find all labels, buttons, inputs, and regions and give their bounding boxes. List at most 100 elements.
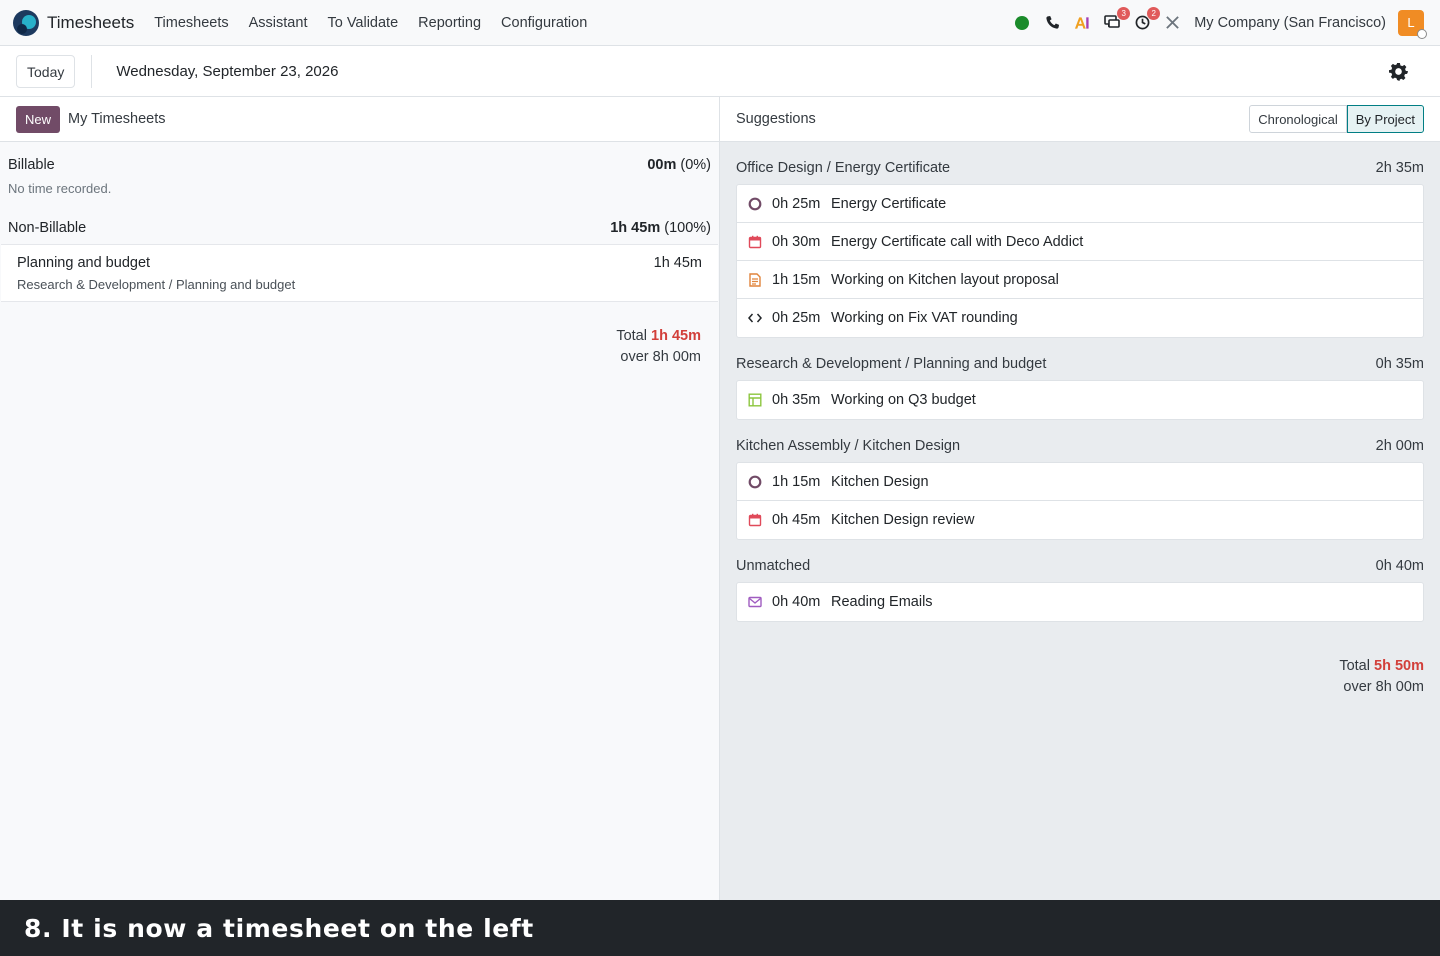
total-label: Total — [1339, 658, 1370, 674]
systray: 3 2 My Company (San Francisco) L — [1000, 6, 1440, 39]
entry-project: Research & Development / Planning and bu… — [17, 277, 296, 292]
view-toggle: Chronological By Project — [1249, 105, 1424, 133]
suggestion-row[interactable]: 1h 15m Kitchen Design — [737, 463, 1423, 501]
total-label: Total — [616, 328, 647, 344]
status-online-icon[interactable] — [1014, 15, 1030, 31]
suggestion-duration: 0h 25m — [772, 310, 821, 326]
suggestions-header: Suggestions Chronological By Project — [720, 97, 1440, 142]
suggestion-group-list: 0h 25m Energy Certificate 0h 30m Energy … — [736, 184, 1424, 338]
group-name: Unmatched — [736, 558, 811, 574]
document-icon — [747, 272, 763, 288]
total-over: over 8h 00m — [1343, 679, 1424, 695]
suggestion-duration: 0h 45m — [772, 512, 821, 528]
task-circle-icon — [747, 196, 763, 212]
suggestion-duration: 0h 35m — [772, 392, 821, 408]
by-project-button[interactable]: By Project — [1346, 105, 1424, 133]
divider — [91, 55, 93, 88]
suggestion-row[interactable]: 0h 40m Reading Emails — [737, 583, 1423, 621]
suggestion-name: Kitchen Design review — [831, 512, 975, 528]
app-name: Timesheets — [47, 12, 135, 32]
right-totals: Total 5h 50m over 8h 00m — [720, 656, 1440, 698]
suggestion-row[interactable]: 0h 25m Working on Fix VAT rounding — [737, 299, 1423, 337]
suggestion-duration: 1h 15m — [772, 473, 821, 490]
user-avatar[interactable]: L — [1398, 9, 1427, 39]
suggestion-row[interactable]: 0h 30m Energy Certificate call with Deco… — [737, 223, 1423, 261]
gear-icon[interactable] — [1388, 62, 1408, 82]
timesheet-entry[interactable]: Planning and budget Research & Developme… — [1, 244, 718, 302]
spreadsheet-icon — [747, 392, 763, 408]
suggestions-title: Suggestions — [736, 111, 816, 127]
suggestion-name: Kitchen Design — [831, 473, 929, 490]
menu-item-configuration[interactable]: Configuration — [501, 15, 587, 31]
suggestion-row[interactable]: 0h 45m Kitchen Design review — [737, 501, 1423, 539]
activities-badge: 2 — [1147, 6, 1161, 20]
company-switcher[interactable]: My Company (San Francisco) — [1194, 15, 1386, 31]
suggestion-group-list: 0h 35m Working on Q3 budget — [736, 380, 1424, 420]
total-value: 5h 50m — [1374, 658, 1424, 674]
suggestion-row[interactable]: 0h 25m Energy Certificate — [737, 185, 1423, 223]
suggestion-name: Working on Q3 budget — [831, 392, 976, 408]
calendar-icon — [747, 234, 763, 250]
suggestion-duration: 0h 25m — [772, 195, 821, 212]
suggestion-duration: 0h 30m — [772, 233, 821, 250]
app-logo-icon — [13, 9, 39, 36]
group-name: Kitchen Assembly / Kitchen Design — [736, 438, 961, 454]
phone-icon[interactable] — [1044, 15, 1060, 31]
code-icon — [747, 310, 763, 326]
group-total: 0h 40m — [1375, 558, 1424, 574]
panel-title: My Timesheets — [68, 111, 166, 127]
suggestion-group-list: 0h 40m Reading Emails — [736, 582, 1424, 622]
suggestion-name: Working on Kitchen layout proposal — [831, 271, 1059, 288]
menu-item-to-validate[interactable]: To Validate — [327, 15, 398, 31]
new-button[interactable]: New — [16, 105, 61, 133]
messages-badge: 3 — [1117, 6, 1131, 20]
entry-title: Planning and budget — [17, 255, 151, 271]
suggestion-name: Working on Fix VAT rounding — [831, 310, 1018, 326]
billable-label: Billable — [8, 157, 55, 173]
ai-icon[interactable] — [1074, 15, 1090, 31]
chat-icon[interactable]: 3 — [1104, 6, 1131, 31]
task-circle-icon — [747, 474, 763, 490]
left-totals: Total 1h 45m over 8h 00m — [0, 326, 719, 368]
suggestion-group-header: Unmatched 0h 40m — [720, 556, 1440, 576]
my-timesheets-header: New My Timesheets — [0, 97, 719, 142]
menu-item-assistant[interactable]: Assistant — [249, 15, 308, 31]
menu-item-timesheets[interactable]: Timesheets — [154, 15, 228, 31]
suggestion-group-header: Office Design / Energy Certificate 2h 35… — [720, 158, 1440, 178]
my-timesheets-panel: New My Timesheets Billable 00m (0%) No t… — [0, 97, 720, 900]
chronological-button[interactable]: Chronological — [1249, 105, 1347, 133]
suggestions-panel: Suggestions Chronological By Project Off… — [720, 97, 1440, 900]
brand[interactable]: Timesheets — [0, 9, 135, 36]
suggestion-group-header: Kitchen Assembly / Kitchen Design 2h 00m — [720, 436, 1440, 456]
group-name: Research & Development / Planning and bu… — [736, 356, 1047, 372]
suggestion-name: Reading Emails — [831, 594, 933, 610]
suggestion-group-list: 1h 15m Kitchen Design 0h 45m Kitchen Des… — [736, 462, 1424, 540]
envelope-icon — [747, 594, 763, 610]
control-panel: Today Wednesday, September 23, 2026 — [0, 47, 1440, 947]
group-total: 2h 35m — [1375, 160, 1424, 176]
billable-value: 00m — [647, 157, 677, 173]
suggestion-duration: 1h 15m — [772, 271, 821, 288]
top-navbar: Timesheets Timesheets Assistant To Valid… — [0, 0, 1440, 46]
clock-icon[interactable]: 2 — [1134, 6, 1161, 31]
suggestion-row[interactable]: 1h 15m Working on Kitchen layout proposa… — [737, 261, 1423, 299]
menu-item-reporting[interactable]: Reporting — [418, 15, 481, 31]
today-button[interactable]: Today — [16, 55, 76, 88]
billable-header: Billable 00m (0%) — [0, 157, 719, 173]
suggestion-duration: 0h 40m — [772, 594, 821, 610]
no-time-recorded: No time recorded. — [8, 181, 112, 196]
tools-icon[interactable] — [1164, 15, 1180, 31]
non-billable-value: 1h 45m — [610, 220, 661, 236]
non-billable-label: Non-Billable — [8, 220, 87, 236]
avatar-letter: L — [1407, 15, 1415, 30]
suggestion-row[interactable]: 0h 35m Working on Q3 budget — [737, 381, 1423, 419]
group-total: 2h 00m — [1375, 438, 1424, 454]
tutorial-caption: 8. It is now a timesheet on the left — [0, 900, 1440, 956]
non-billable-percent: (100%) — [664, 220, 711, 236]
total-value: 1h 45m — [651, 328, 701, 344]
entry-duration: 1h 45m — [653, 255, 702, 271]
main-menu: Timesheets Assistant To Validate Reporti… — [154, 15, 607, 31]
caption-text: 8. It is now a timesheet on the left — [24, 913, 534, 943]
current-date: Wednesday, September 23, 2026 — [116, 63, 339, 80]
calendar-icon — [747, 512, 763, 528]
